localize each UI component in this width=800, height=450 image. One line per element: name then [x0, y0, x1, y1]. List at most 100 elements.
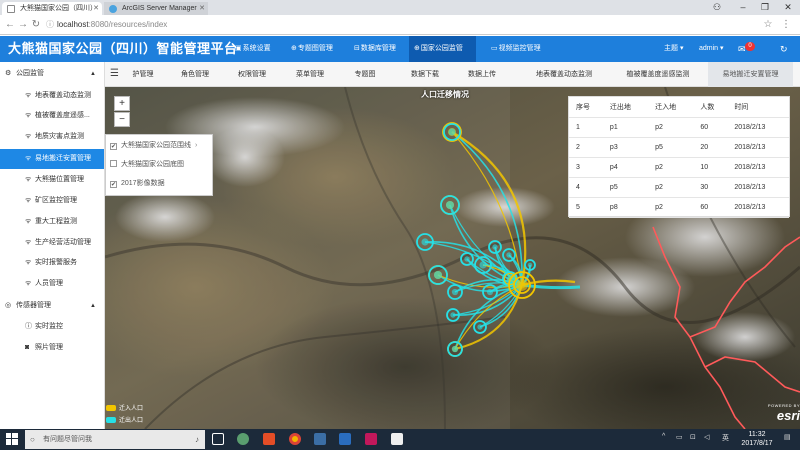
sidebar-item-business[interactable]: ᯤ 生产经营活动管理 [0, 233, 104, 253]
menu-icon[interactable]: ⋮ [780, 19, 792, 31]
sidebar-item-photos[interactable]: ◙ 照片管理 [0, 338, 104, 358]
layer-park-basemap[interactable]: 大熊猫国家公园底图 [110, 156, 184, 174]
taskbar-search-input[interactable]: ○ 有问题尽管问我 ♪ [25, 430, 205, 449]
wifi-icon: ᯤ [25, 176, 32, 183]
mail-icon[interactable]: ✉ [738, 36, 746, 62]
sidebar-item-major-projects[interactable]: ᯤ 重大工程监测 [0, 212, 104, 232]
sidebar-group-park-supervision[interactable]: ⚙ 公园监管 ▲ [0, 64, 104, 84]
sidebar-item-label: 地表覆盖动态监测 [35, 92, 91, 99]
nav-map-management[interactable]: ⊕专题图管理 [286, 36, 338, 62]
migration-node-core [448, 128, 456, 136]
checkbox-icon[interactable]: ✔ [110, 181, 117, 188]
tab-thematic-map[interactable]: 专题图 [345, 62, 385, 87]
layer-imagery-2017[interactable]: ✔ 2017影像数据 [110, 175, 165, 193]
cell: p4 [602, 157, 649, 178]
map-legend: 迁入人口 迁出人口 [106, 403, 161, 427]
star-icon[interactable]: ☆ [762, 19, 774, 31]
sidebar-item-label: 照片管理 [35, 344, 63, 351]
app-icon-window[interactable] [314, 433, 326, 445]
checkbox-icon[interactable] [110, 160, 117, 167]
chevron-right-icon[interactable]: › [195, 142, 197, 149]
sidebar-item-label: 人员管理 [35, 280, 63, 287]
refresh-icon[interactable]: ↻ [780, 36, 788, 62]
nav-database-management[interactable]: ⊟数据库管理 [349, 36, 401, 62]
app-icon-java[interactable] [391, 433, 403, 445]
sidebar-item-label: 植被覆盖度遥感... [35, 112, 90, 119]
app-icon-globe[interactable] [237, 433, 249, 445]
tray-network-icon[interactable]: ⊡ [690, 433, 696, 441]
nav-system-settings[interactable]: ▣系统设置 [230, 36, 276, 62]
notification-icon[interactable]: ▤ [784, 433, 791, 441]
nav-label: 数据库管理 [360, 45, 396, 52]
close-icon[interactable]: ✕ [199, 2, 205, 15]
hamburger-icon[interactable]: ☰ [110, 68, 119, 79]
ime-indicator[interactable]: 英 [722, 433, 729, 443]
browser-tab-0[interactable]: 大熊猫国家公园（四川） ✕ [2, 2, 102, 15]
sidebar-item-personnel[interactable]: ᯤ 人员管理 [0, 274, 104, 294]
back-icon[interactable]: ← [4, 19, 16, 31]
legend-label: 迁入人口 [119, 406, 144, 412]
migration-node-core [479, 261, 487, 269]
app-icon-blue[interactable] [339, 433, 351, 445]
close-icon[interactable]: ✕ [93, 2, 99, 15]
sidebar-item-surface-monitoring[interactable]: ᯤ 地表覆盖动态监测 [0, 86, 104, 106]
tab-surface-monitoring[interactable]: 地表覆盖动态监测 [525, 62, 603, 87]
table-row[interactable]: 5 p8 p2 60 2018/2/13 [569, 197, 789, 218]
tab-relocation[interactable]: 易地搬迁安置管理 [708, 62, 793, 87]
user-menu[interactable]: admin ▾ [699, 36, 724, 62]
sidebar-item-panda-location[interactable]: ᯤ 大熊猫位置管理 [0, 170, 104, 190]
sidebar-item-relocation[interactable]: ᯤ 易地搬迁安置管理 [0, 149, 104, 169]
layer-park-boundary[interactable]: ✔ 大熊猫国家公园范围线 › [110, 137, 197, 155]
sidebar-item-geohazard[interactable]: ᯤ 地质灾害点监测 [0, 127, 104, 147]
sidebar-item-mining[interactable]: ᯤ 矿区监控管理 [0, 191, 104, 211]
nav-video-management[interactable]: ▭视频监控管理 [486, 36, 546, 62]
cell: 2018/2/13 [727, 177, 789, 198]
zoom-out-button[interactable]: − [114, 112, 130, 127]
checkbox-icon[interactable]: ✔ [110, 143, 117, 150]
taskbar-clock[interactable]: 11:32 2017/8/17 [736, 430, 778, 448]
theme-menu[interactable]: 主题 ▾ [664, 36, 683, 62]
tab-label: 护管理 [132, 71, 154, 78]
task-view-icon[interactable] [212, 433, 224, 445]
legend-swatch [106, 405, 116, 411]
tab-download[interactable]: 数据下载 [403, 62, 447, 87]
zoom-in-button[interactable]: + [114, 96, 130, 111]
url-input[interactable]: ⓘ localhost:8080/resources/index [46, 18, 746, 32]
sidebar-group-sensors[interactable]: ◎ 传感器管理 ▲ [0, 296, 104, 316]
forward-icon[interactable]: → [17, 19, 29, 31]
sidebar-item-live-monitor[interactable]: ⓘ 实时监控 [0, 317, 104, 337]
database-icon: ⊟ [354, 45, 360, 52]
tray-display-icon[interactable]: ▭ [676, 433, 683, 441]
tab-upload[interactable]: 数据上传 [460, 62, 504, 87]
tray-volume-icon[interactable]: ◁ [704, 433, 709, 441]
esri-logo: POWERED BY esri [740, 403, 800, 427]
tab-roles[interactable]: 角色管理 [173, 62, 217, 87]
user-icon[interactable]: ⚇ [704, 1, 730, 13]
sidebar-item-vegetation[interactable]: ᯤ 植被覆盖度遥感... [0, 106, 104, 126]
microphone-icon[interactable]: ♪ [195, 430, 199, 449]
chevron-down-icon: ▾ [720, 45, 724, 52]
table-row[interactable]: 1 p1 p2 60 2018/2/13 [569, 117, 789, 138]
window-close-icon[interactable]: ✕ [775, 1, 800, 13]
table-row[interactable]: 3 p4 p2 10 2018/2/13 [569, 157, 789, 178]
reload-icon[interactable]: ↻ [30, 19, 42, 31]
sidebar-item-alarm[interactable]: ᯤ 实时报警服务 [0, 253, 104, 273]
page-tab-strip: ☰ 护管理 角色管理 权限管理 菜单管理 专题图 数据下载 数据上传 地表覆盖动… [105, 62, 800, 87]
browser-tab-bar: 大熊猫国家公园（四川） ✕ ArcGIS Server Manager ✕ ⚇ … [0, 0, 800, 15]
table-row[interactable]: 4 p5 p2 30 2018/2/13 [569, 177, 789, 198]
tab-vegetation[interactable]: 植被覆盖度遥感监测 [615, 62, 701, 87]
app-icon-pink[interactable] [365, 433, 377, 445]
tab-permissions[interactable]: 权限管理 [230, 62, 274, 87]
caret-up-icon: ▲ [90, 303, 96, 309]
tab-maintenance[interactable]: 护管理 [125, 62, 161, 87]
tray-chevron-icon[interactable]: ^ [662, 433, 665, 440]
windows-start-icon[interactable] [6, 433, 18, 445]
nav-park-supervision[interactable]: ⊕国家公园监管 [409, 36, 476, 62]
app-icon-html[interactable] [263, 433, 275, 445]
map-view[interactable]: 人口迁移情况 + − ✔ 大熊猫国家公园范围线 › 大熊猫国家公园底图 ✔ 2017影… [105, 87, 800, 429]
chrome-icon[interactable] [289, 433, 301, 445]
tab-menus[interactable]: 菜单管理 [288, 62, 332, 87]
table-row[interactable]: 2 p3 p5 20 2018/2/13 [569, 137, 789, 158]
arcgis-icon [109, 5, 117, 13]
browser-tab-1[interactable]: ArcGIS Server Manager ✕ [104, 2, 208, 15]
